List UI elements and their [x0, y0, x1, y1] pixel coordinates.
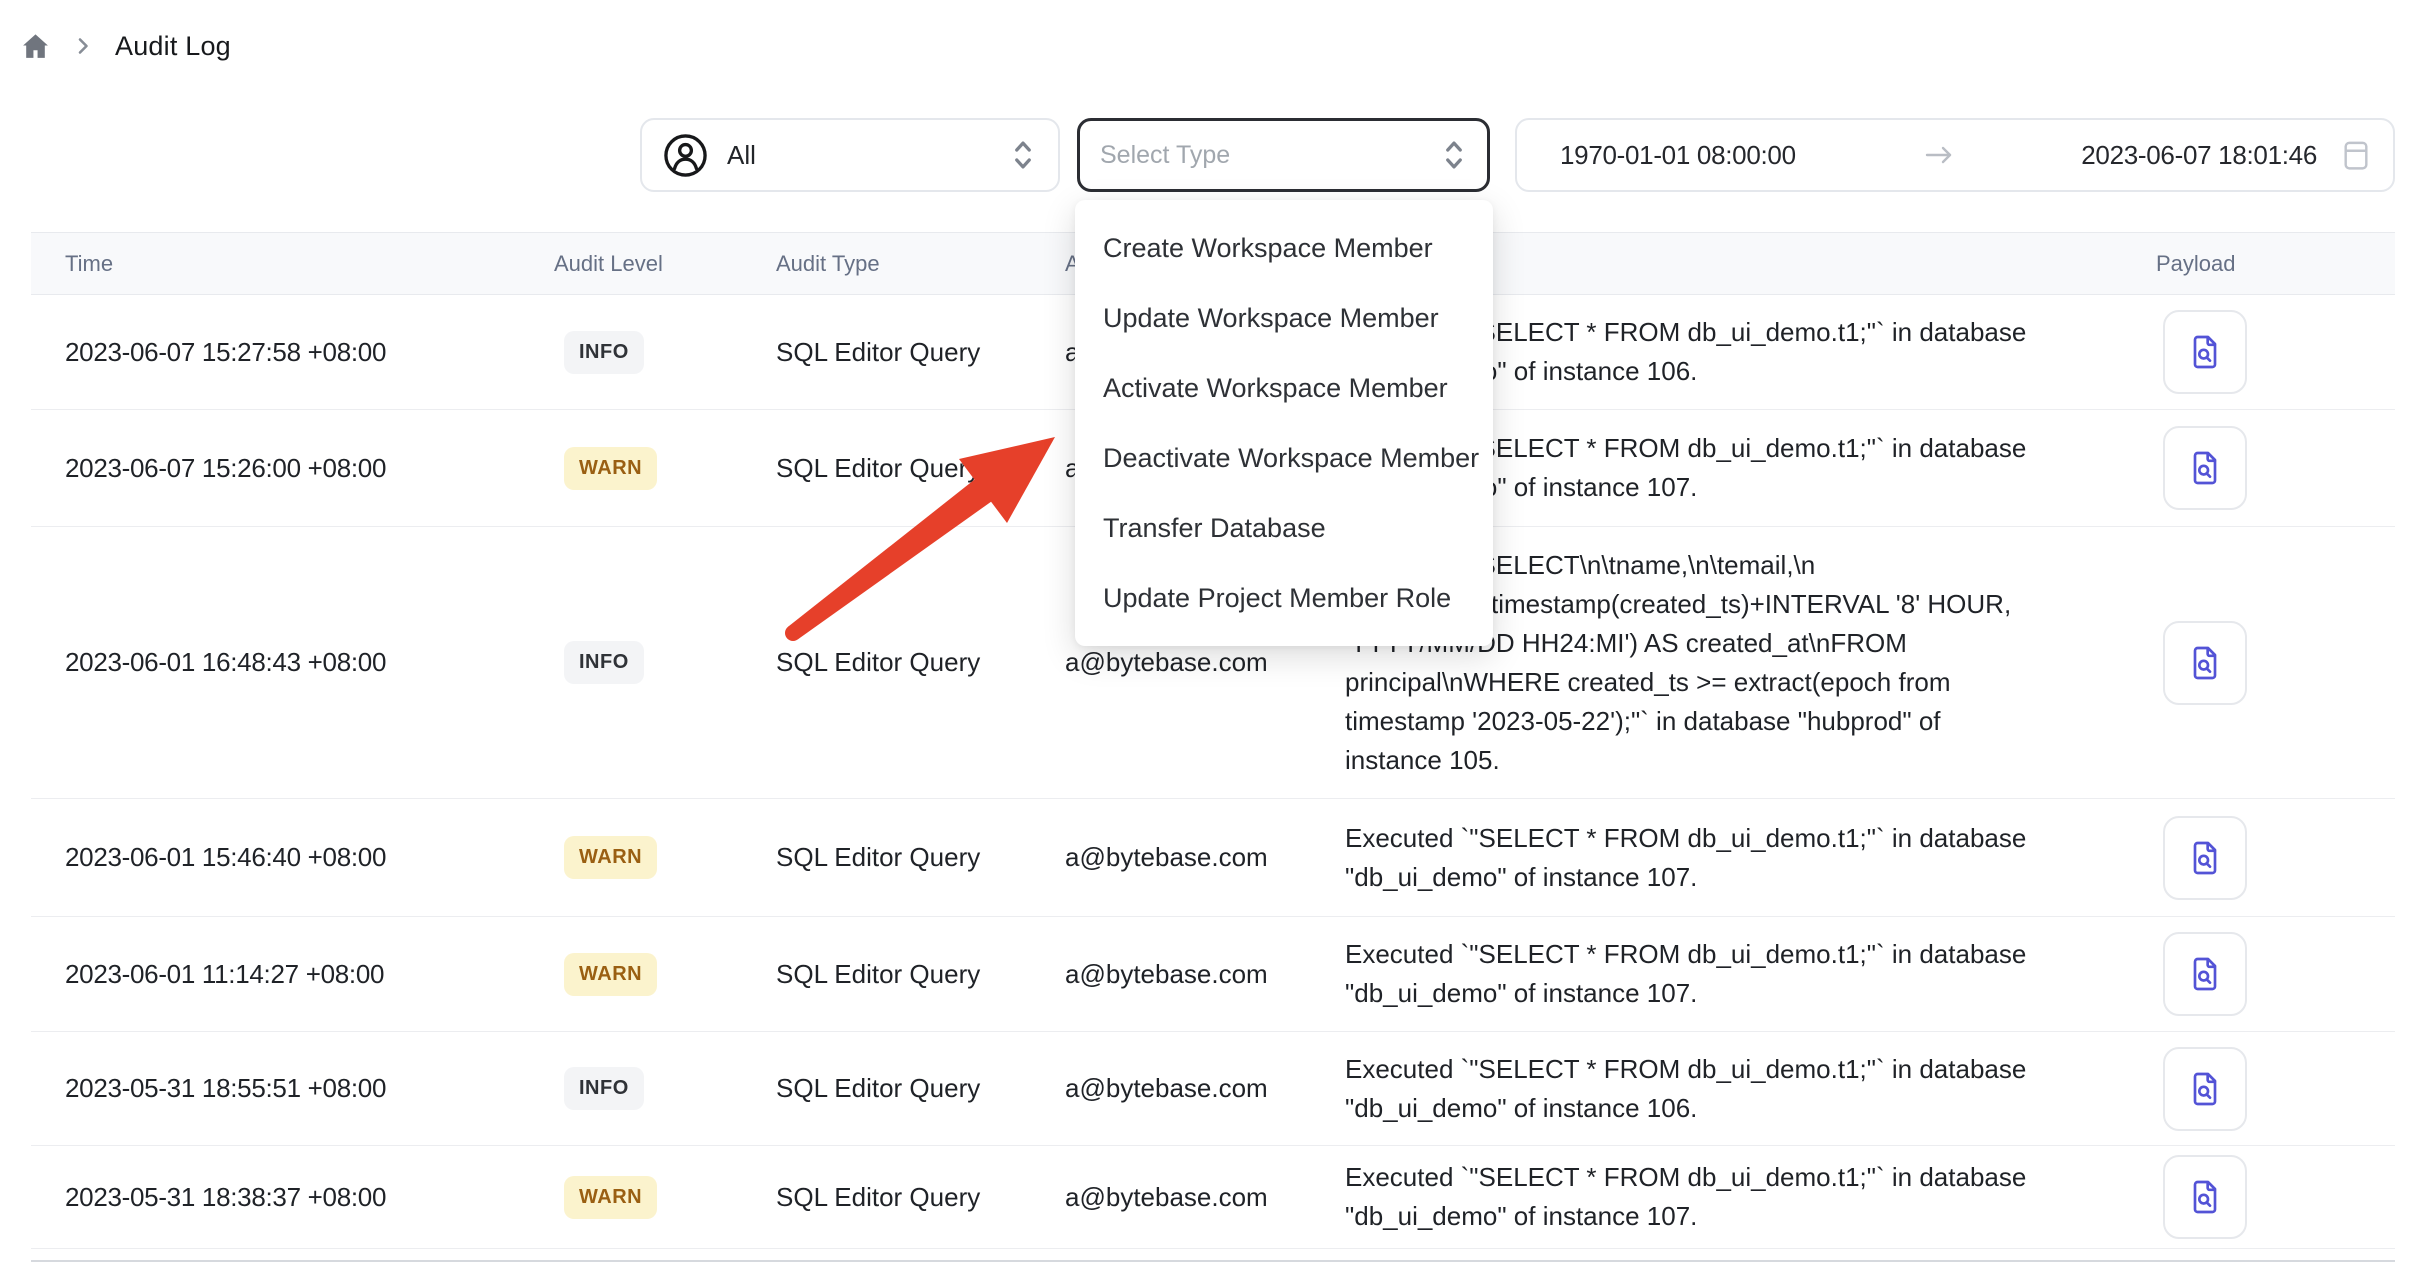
cell-comment: Executed `"SELECT * FROM db_ui_demo.t1;"… — [1345, 935, 2145, 1013]
file-search-icon — [2185, 332, 2225, 372]
payload-view-button[interactable] — [2163, 1155, 2247, 1239]
column-header: Payload — [2145, 251, 2395, 277]
cell-payload — [2145, 932, 2395, 1016]
payload-view-button[interactable] — [2163, 621, 2247, 705]
column-header: Time — [31, 251, 554, 277]
calendar-icon — [2341, 138, 2371, 172]
cell-payload — [2145, 1155, 2395, 1239]
type-option[interactable]: Activate Workspace Member — [1075, 353, 1493, 423]
cell-payload — [2145, 1047, 2395, 1131]
cell-audit-level: INFO — [554, 641, 776, 684]
cell-actor: a@bytebase.com — [1065, 959, 1345, 990]
file-search-icon — [2185, 643, 2225, 683]
file-search-icon — [2185, 838, 2225, 878]
audit-level-badge: WARN — [564, 447, 657, 490]
file-search-icon — [2185, 1069, 2225, 1109]
type-dropdown-menu: Create Workspace MemberUpdate Workspace … — [1075, 200, 1493, 646]
chevron-updown-icon — [1008, 136, 1038, 174]
cell-actor: a@bytebase.com — [1065, 647, 1345, 678]
cell-time: 2023-05-31 18:38:37 +08:00 — [31, 1182, 554, 1213]
chevron-updown-icon — [1439, 136, 1469, 174]
audit-level-badge: WARN — [564, 1176, 657, 1219]
audit-level-badge: INFO — [564, 1067, 644, 1110]
cell-audit-type: SQL Editor Query — [776, 959, 1065, 990]
cell-audit-level: WARN — [554, 1176, 776, 1219]
cell-comment: Executed `"SELECT * FROM db_ui_demo.t1;"… — [1345, 1158, 2145, 1236]
file-search-icon — [2185, 954, 2225, 994]
cell-payload — [2145, 621, 2395, 705]
cell-actor: a@bytebase.com — [1065, 842, 1345, 873]
date-range-start[interactable]: 1970-01-01 08:00:00 — [1560, 140, 1796, 171]
payload-view-button[interactable] — [2163, 1047, 2247, 1131]
file-search-icon — [2185, 1177, 2225, 1217]
cell-time: 2023-06-07 15:27:58 +08:00 — [31, 337, 554, 368]
cell-time: 2023-06-01 15:46:40 +08:00 — [31, 842, 554, 873]
actor-filter-value: All — [727, 140, 990, 171]
table-row: 2023-05-31 18:38:37 +08:00 WARN SQL Editor… — [31, 1146, 2395, 1249]
cell-time: 2023-06-07 15:26:00 +08:00 — [31, 453, 554, 484]
type-filter-placeholder: Select Type — [1100, 141, 1439, 170]
cell-payload — [2145, 310, 2395, 394]
type-option[interactable]: Update Workspace Member — [1075, 283, 1493, 353]
cell-payload — [2145, 816, 2395, 900]
cell-time: 2023-06-01 11:14:27 +08:00 — [31, 959, 554, 990]
cell-comment: Executed `"SELECT * FROM db_ui_demo.t1;"… — [1345, 819, 2145, 897]
date-range-picker[interactable]: 1970-01-01 08:00:00 2023-06-07 18:01:46 — [1515, 118, 2395, 192]
payload-view-button[interactable] — [2163, 310, 2247, 394]
cell-audit-type: SQL Editor Query — [776, 1182, 1065, 1213]
filter-bar: All Select Type 1970-01-01 08:00:00 — [640, 118, 2395, 192]
type-option[interactable]: Deactivate Workspace Member — [1075, 423, 1493, 493]
column-header: Audit Level — [554, 251, 776, 277]
cell-audit-type: SQL Editor Query — [776, 337, 1065, 368]
audit-level-badge: WARN — [564, 836, 657, 879]
cell-audit-level: INFO — [554, 331, 776, 374]
cell-actor: a@bytebase.com — [1065, 1182, 1345, 1213]
cell-audit-level: WARN — [554, 447, 776, 490]
payload-view-button[interactable] — [2163, 816, 2247, 900]
person-icon — [662, 132, 709, 179]
audit-log-page: Audit Log All Select Type — [0, 0, 2410, 1268]
type-option[interactable]: Create Workspace Member — [1075, 213, 1493, 283]
type-option[interactable]: Update Project Member Role — [1075, 563, 1493, 633]
column-header: Audit Type — [776, 251, 1065, 277]
cell-audit-type: SQL Editor Query — [776, 1073, 1065, 1104]
file-search-icon — [2185, 448, 2225, 488]
cell-audit-level: WARN — [554, 953, 776, 996]
table-bottom-divider — [31, 1260, 2395, 1262]
table-row: 2023-06-01 11:14:27 +08:00 WARN SQL Editor… — [31, 917, 2395, 1032]
table-row: 2023-05-31 18:55:51 +08:00 INFO SQL Editor… — [31, 1032, 2395, 1146]
type-filter-select[interactable]: Select Type — [1077, 118, 1490, 192]
audit-level-badge: INFO — [564, 641, 644, 684]
cell-time: 2023-06-01 16:48:43 +08:00 — [31, 647, 554, 678]
cell-audit-level: INFO — [554, 1067, 776, 1110]
cell-time: 2023-05-31 18:55:51 +08:00 — [31, 1073, 554, 1104]
audit-level-badge: WARN — [564, 953, 657, 996]
cell-payload — [2145, 426, 2395, 510]
cell-audit-type: SQL Editor Query — [776, 647, 1065, 678]
chevron-right-icon — [71, 34, 95, 58]
audit-level-badge: INFO — [564, 331, 644, 374]
arrow-right-icon — [1922, 140, 1956, 170]
actor-filter-select[interactable]: All — [640, 118, 1060, 192]
payload-view-button[interactable] — [2163, 932, 2247, 1016]
cell-audit-type: SQL Editor Query — [776, 453, 1065, 484]
table-row: 2023-06-01 15:46:40 +08:00 WARN SQL Editor… — [31, 799, 2395, 917]
cell-comment: Executed `"SELECT * FROM db_ui_demo.t1;"… — [1345, 1050, 2145, 1128]
date-range-end[interactable]: 2023-06-07 18:01:46 — [2081, 140, 2317, 171]
cell-audit-type: SQL Editor Query — [776, 842, 1065, 873]
cell-actor: a@bytebase.com — [1065, 1073, 1345, 1104]
cell-audit-level: WARN — [554, 836, 776, 879]
page-title: Audit Log — [115, 31, 231, 62]
breadcrumb: Audit Log — [20, 26, 231, 66]
home-icon[interactable] — [20, 31, 51, 62]
type-option[interactable]: Transfer Database — [1075, 493, 1493, 563]
payload-view-button[interactable] — [2163, 426, 2247, 510]
